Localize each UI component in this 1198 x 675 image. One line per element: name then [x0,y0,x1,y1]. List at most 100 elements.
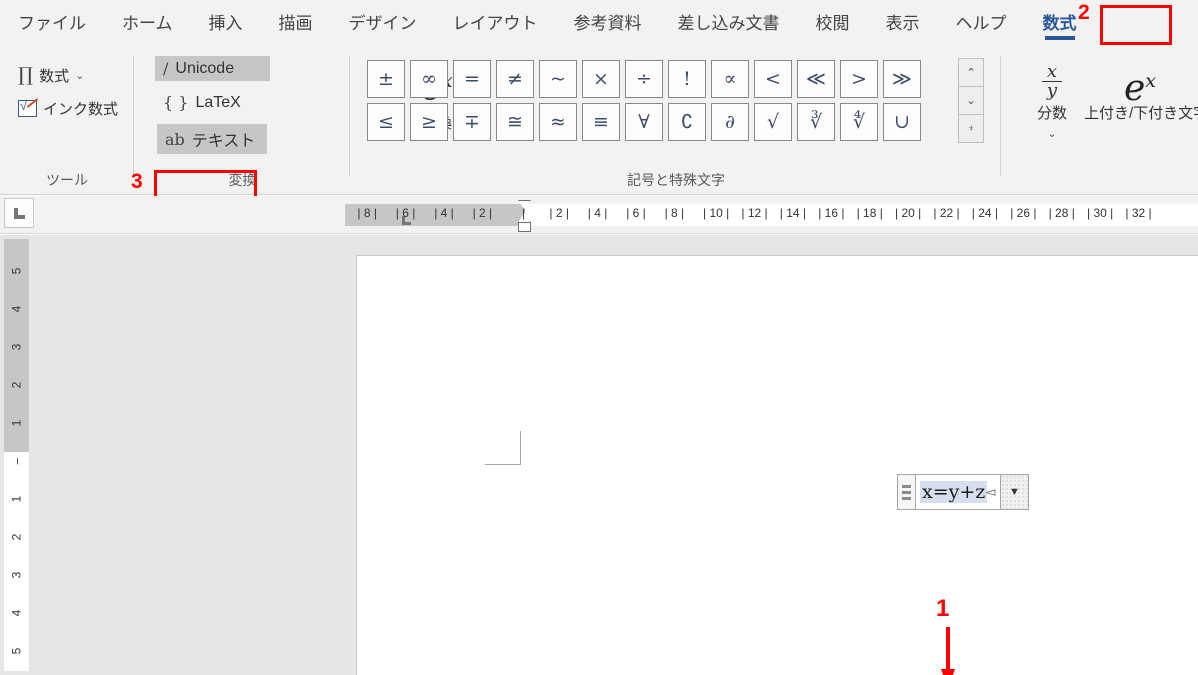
drag-handle-icon[interactable] [897,474,915,510]
more-symbols-icon[interactable]: ⍖ [958,114,984,143]
left-indent-marker[interactable] [518,222,531,232]
tab-label: レイアウト [452,14,538,33]
convert-unicode-button[interactable]: / Unicode [155,56,270,81]
word-window: ファイル ホーム 挿入 描画 デザイン レイアウト 参考資料 差し込み文書 校閲… [0,0,1198,675]
equation-text[interactable]: x=y+z [920,481,988,503]
symbol-cell[interactable]: × [582,60,620,98]
ruler-tick-label: | 32 | [1125,206,1152,220]
chevron-down-icon[interactable]: ⌄ [1047,128,1056,140]
symbol-cell[interactable]: ! [668,60,706,98]
annotation-arrow-1 [941,627,955,675]
symbol-cell[interactable]: ∝ [711,60,749,98]
ruler-tick-label: | 10 | [703,206,730,220]
ink-equation-button[interactable]: インク数式 [14,96,122,121]
superscript-icon: ex [1123,68,1157,109]
scroll-down-icon[interactable]: ⌄ [958,86,984,115]
symbol-cell[interactable]: ∞ [410,60,448,98]
tab-draw[interactable]: 描画 [279,0,313,48]
symbol-cell[interactable]: ∛ [797,103,835,141]
symbol-cell[interactable]: ~ [539,60,577,98]
tab-help[interactable]: ヘルプ [956,0,1007,48]
tab-insert[interactable]: 挿入 [209,0,243,48]
convert-latex-button[interactable]: { } LaTeX [155,90,249,115]
annotation-number-1: 1 [936,595,950,622]
symbol-cell[interactable]: √ [754,103,792,141]
chevron-down-icon[interactable]: ⌄ [75,69,84,82]
equation-options-dropdown[interactable]: ▼ [1001,474,1029,510]
ruler-tick-label: | 22 | [933,206,960,220]
symbol-cell[interactable]: = [453,60,491,98]
ruler-tick-label: | 30 | [1087,206,1114,220]
ribbon-tab-bar: ファイル ホーム 挿入 描画 デザイン レイアウト 参考資料 差し込み文書 校閲… [0,0,1198,48]
vertical-ruler-tick-label: 4 [9,305,24,313]
equation-button[interactable]: ∏ 数式 ⌄ [14,62,88,88]
fraction-label: 分数 [1036,105,1067,122]
equation-field[interactable]: x=y+z ◅ [915,474,1001,510]
tab-review[interactable]: 校閲 [816,0,850,48]
symbol-cell[interactable]: ∁ [668,103,706,141]
scroll-up-icon[interactable]: ⌃ [958,58,984,87]
ruler-tick-label: | 6 | [395,206,416,220]
ink-equation-icon [18,98,37,117]
convert-unicode-label: Unicode [175,59,235,77]
vertical-ruler-tick-label: 3 [9,343,24,351]
convert-text-label: テキスト [191,133,256,150]
ink-equation-label: インク数式 [43,101,119,118]
symbol-cell[interactable]: ± [367,60,405,98]
symbol-cell[interactable]: ∓ [453,103,491,141]
tab-view[interactable]: 表示 [886,0,920,48]
symbol-cell[interactable]: ≫ [883,60,921,98]
tab-layout[interactable]: レイアウト [453,0,538,48]
symbol-cell[interactable]: ∜ [840,103,878,141]
convert-text-button[interactable]: ab テキスト [157,124,267,154]
equation-content-control[interactable]: x=y+z ◅ ▼ [897,474,1029,510]
tab-file[interactable]: ファイル [18,0,86,48]
tab-stop-selector[interactable] [4,198,34,228]
symbol-cell[interactable]: ÷ [625,60,663,98]
horizontal-ruler[interactable]: | 8 | | 6 | | 4 | | 2 | | 2 | | 4 | | 6 | | 8 |… [40,200,1198,232]
group-divider [1000,56,1001,176]
ruler-tick-label: | 28 | [1048,206,1075,220]
ruler-tick-label: | 4 | [434,206,454,220]
tab-label: 描画 [278,14,313,33]
symbol-cell[interactable]: < [754,60,792,98]
tab-mailings[interactable]: 差し込み文書 [678,0,780,48]
group-divider [349,56,350,176]
tab-home[interactable]: ホーム [122,0,173,48]
symbol-cell[interactable]: ≡ [582,103,620,141]
ruler-tick-label: | 26 | [1010,206,1037,220]
ruler-tick-label: | 14 | [779,206,807,220]
ribbon-group-structures: x y 分数 ⌄ ex 上付き/下付き文字 ⌄ [1002,48,1198,195]
symbol-cell[interactable]: ∂ [711,103,749,141]
symbol-cell[interactable]: ≠ [496,60,534,98]
symbols-gallery[interactable]: ± ∞ = ≠ ~ × ÷! ∝ < ≪ > ≫ ≤ ≥ ∓ ≅ ≈ ≡ ∀ ∁ ∂ √ ∛ ∜ ∪ [367,60,921,141]
fraction-button[interactable]: x y 分数 ⌄ [1022,58,1082,142]
symbols-scroll-buttons[interactable]: ⌃ ⌄ ⍖ [958,58,984,143]
symbol-cell[interactable]: > [840,60,878,98]
fraction-icon: x y [1022,58,1082,104]
ruler-tick-label: | [522,206,526,220]
symbol-cell[interactable]: ∀ [625,103,663,141]
tab-label: 表示 [885,14,920,33]
script-button[interactable]: ex 上付き/下付き文字 ⌄ [1084,58,1198,125]
vertical-ruler[interactable]: 54321–123456 [4,239,29,671]
symbol-cell[interactable]: ≤ [367,103,405,141]
left-tab-icon [13,207,25,219]
annotation-number-3: 3 [131,170,143,193]
symbol-cell[interactable]: ≥ [410,103,448,141]
symbol-cell[interactable]: ≅ [496,103,534,141]
ribbon-group-convert: / Unicode { } LaTeX ab テキスト ex 変換 ⌄ 変換 [135,48,453,195]
symbol-cell[interactable]: ≪ [797,60,835,98]
vertical-ruler-tick-label: 3 [9,571,24,579]
group-divider [133,56,134,176]
tab-design[interactable]: デザイン [349,0,417,48]
braces-icon: { } [163,93,189,112]
ruler-tick-label: | 2 | [472,206,493,220]
tab-label: デザイン [348,14,417,33]
tab-label: ファイル [18,14,86,33]
tab-references[interactable]: 参考資料 [574,0,642,48]
symbol-cell[interactable]: ≈ [539,103,577,141]
symbol-cell[interactable]: ∪ [883,103,921,141]
tab-equation[interactable]: 数式 [1043,0,1077,48]
document-page[interactable]: x=y+z ◅ ▼ [356,255,1198,675]
